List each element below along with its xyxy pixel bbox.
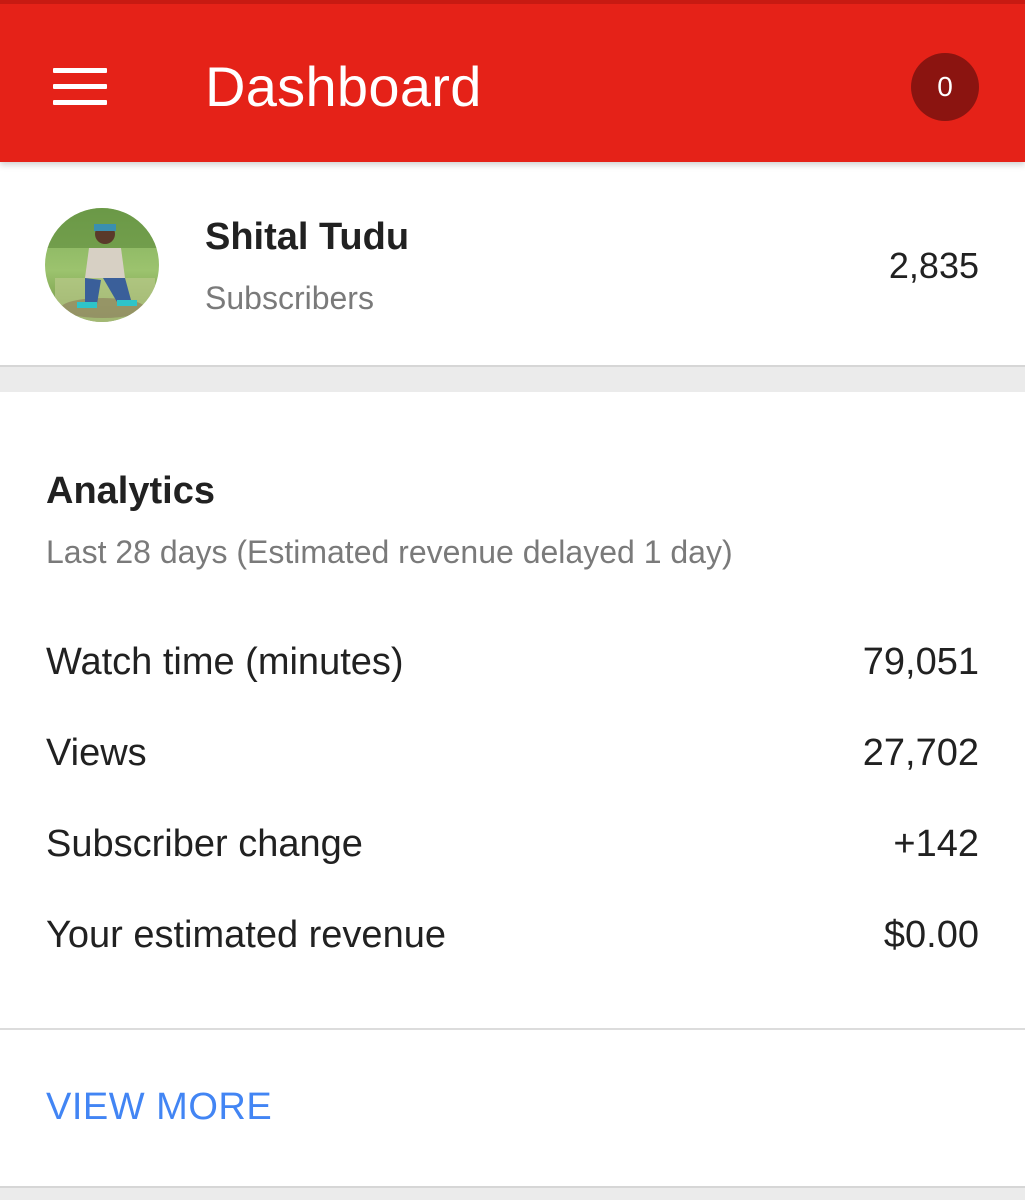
metric-value: 27,702 [862,732,979,774]
metric-row-watch-time[interactable]: Watch time (minutes) 79,051 [46,638,979,729]
metric-row-views[interactable]: Views 27,702 [46,729,979,820]
metric-label: Watch time (minutes) [46,641,404,683]
channel-card[interactable]: Shital Tudu Subscribers 2,835 [0,162,1025,367]
analytics-card: Analytics Last 28 days (Estimated revenu… [0,392,1025,1188]
divider [0,1028,1025,1030]
subscriber-count: 2,835 [888,245,979,286]
metric-label: Views [46,732,147,774]
metric-row-estimated-revenue[interactable]: Your estimated revenue $0.00 [46,911,979,1002]
app-bar: Dashboard 0 [0,0,1025,162]
view-more-button[interactable]: VIEW MORE [46,1084,272,1130]
metric-label: Your estimated revenue [46,914,446,956]
metrics-list: Watch time (minutes) 79,051 Views 27,702… [46,638,979,1002]
metric-value: 79,051 [862,641,979,683]
menu-icon-line [53,100,107,105]
metric-row-subscriber-change[interactable]: Subscriber change +142 [46,820,979,911]
avatar-photo [45,208,159,322]
dashboard-screen: Dashboard 0 Shital Tudu Subscribers 2,83… [0,0,1025,1200]
analytics-title: Analytics [46,470,215,512]
channel-name: Shital Tudu [205,216,410,258]
menu-icon-line [53,84,107,89]
notification-badge[interactable]: 0 [911,53,979,121]
subscribers-label: Subscribers [205,280,374,316]
menu-icon-line [53,68,107,73]
page-title: Dashboard [205,55,482,118]
metric-value: $0.00 [883,914,979,956]
avatar[interactable] [45,208,159,322]
analytics-subtitle: Last 28 days (Estimated revenue delayed … [46,534,733,570]
metric-label: Subscriber change [46,823,363,865]
hamburger-menu-icon[interactable] [44,54,116,118]
metric-value: +142 [893,823,979,865]
